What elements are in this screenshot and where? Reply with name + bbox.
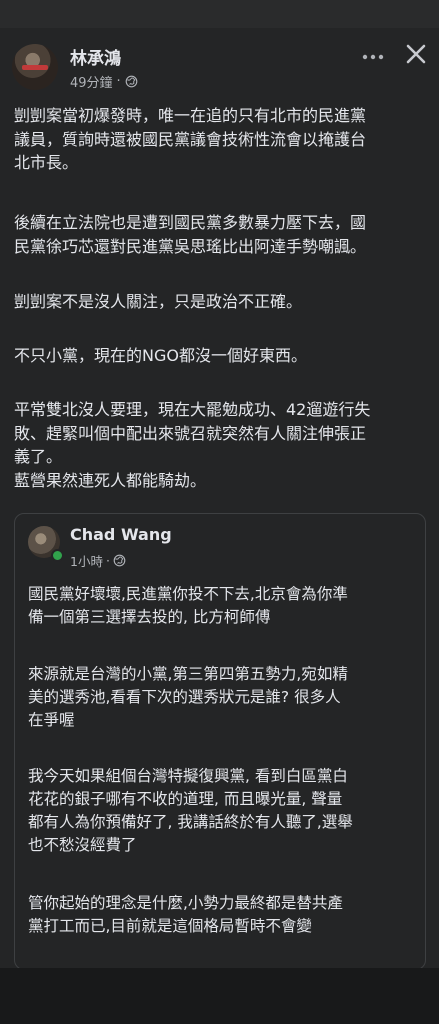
post-paragraph: 平常雙北沒人要理，現在大罷勉成功、42遛遊行失 敗、趕緊叫個中配出來號召就突然有… (14, 400, 371, 490)
more-options-icon[interactable] (360, 48, 386, 66)
close-icon[interactable] (404, 42, 428, 66)
online-status-icon (51, 549, 64, 562)
shared-author-name[interactable]: Chad Wang (70, 525, 172, 544)
post-paragraph: 剴剴案不是沒人關注，只是政治不正確。 (14, 292, 303, 311)
shared-paragraph: 管你起始的理念是什麼,小勢力最終都是替共產 黨打工而已,目前就是這個格局暫時不會… (28, 894, 343, 935)
post-paragraph: 不只小黨，現在的NGO都沒一個好東西。 (14, 346, 307, 365)
meta-separator: · (105, 553, 110, 568)
post-card: 林承鴻 49分鐘 · 剴剴案當初爆發時，唯一在追的只有北市的民進黨 議員，質詢時… (0, 28, 439, 970)
shared-post-meta: 1小時 · (70, 551, 126, 570)
shared-post-time[interactable]: 1小時 (70, 551, 103, 570)
shared-paragraph: 來源就是台灣的小黨,第三第四第五勢力,宛如精 美的選秀池,看看下次的選秀狀元是誰… (28, 665, 348, 729)
globe-icon (125, 75, 138, 88)
shared-paragraph: 我今天如果組個台灣特擬復興黨, 看到白區黨白 花花的銀子哪有不收的道理, 而且曝… (28, 767, 353, 854)
author-avatar[interactable] (12, 44, 58, 90)
bottom-bar (0, 968, 439, 1024)
post-author-name[interactable]: 林承鴻 (70, 44, 121, 69)
post-time[interactable]: 49分鐘 (70, 72, 113, 91)
status-bar-strip (0, 0, 439, 28)
post-paragraph: 剴剴案當初爆發時，唯一在追的只有北市的民進黨 議員，質詢時還被國民黨議會技術性流… (14, 106, 367, 173)
meta-separator: · (116, 74, 121, 89)
shared-post-card[interactable]: Chad Wang 1小時 · 國民黨好壞壞,民進黨你投不下去,北京會為你準 備… (14, 513, 426, 970)
post-paragraph: 後續在立法院也是遭到國民黨多數暴力壓下去，國 民黨徐巧芯還對民進黨吳思瑤比出阿達… (14, 213, 367, 256)
post-meta: 49分鐘 · (70, 72, 138, 91)
globe-icon (113, 554, 126, 567)
shared-paragraph: 國民黨好壞壞,民進黨你投不下去,北京會為你準 備一個第三選擇去投的, 比方柯師傅 (28, 585, 348, 626)
